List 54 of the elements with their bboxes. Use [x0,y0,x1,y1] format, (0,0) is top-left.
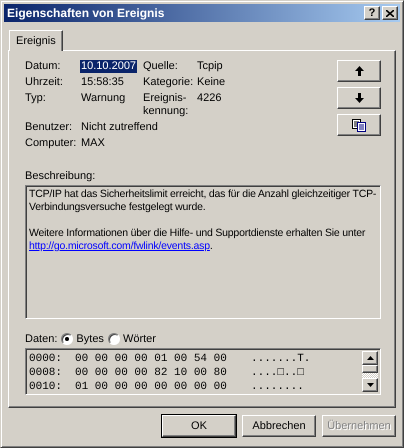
up-triangle-icon [366,356,374,360]
hex-offset: 0008: [29,366,64,380]
scrollbar[interactable] [362,351,378,392]
field-value: Tcpip [196,60,224,73]
ascii-text: ........ [251,380,304,394]
down-arrow-icon [354,93,364,103]
field-value: 10.10.2007 [80,60,138,73]
scroll-thumb[interactable] [362,365,378,373]
hex-bytes: 00 00 00 00 82 10 00 80 [75,366,228,380]
info-text: Weitere Informationen über die Hilfe- und Supportdienste erhalten Sie unter http://go.microsoft.com/fwlink/events.asp. [29,226,366,253]
field-label: Computer: [25,137,78,150]
close-icon [386,10,394,16]
radio-button[interactable] [108,333,120,345]
field-label: Benutzer: [25,121,74,134]
field-value: 15:58:35 [80,76,125,89]
window-title: Eigenschaften von Ereignis [7,6,166,20]
description-text: TCP/IP hat das Sicherheitslimit erreicht, das für die Anzahl gleichzeitiger TCP-Verbindungsversuche festgelegt wurde. [29,188,377,214]
copy-icon [352,118,366,132]
ascii-text: .......T. [251,352,310,366]
description-label: Beschreibung: [25,170,96,182]
field-value: MAX [80,137,106,150]
hex-offset: 0000: [29,352,64,366]
radio-option[interactable]: Wörter [108,333,156,345]
field-label: Ereignis-kennung: [143,92,190,118]
hex-offset: 0010: [29,380,64,394]
field-value: Keine [196,76,226,89]
scroll-down-button[interactable] [362,378,378,392]
field-label: Quelle: [143,60,179,73]
field-label: Kategorie: [143,76,193,89]
field-value: 4226 [196,92,222,106]
data-label: Daten: [25,333,58,345]
copy-button[interactable] [337,114,381,136]
previous-button[interactable] [337,60,381,82]
down-triangle-icon [366,383,374,387]
hex-bytes: 00 00 00 00 01 00 54 00 [75,352,228,366]
radio-button[interactable] [61,333,74,345]
help-link[interactable]: http://go.microsoft.com/fwlink/events.asp [29,240,210,252]
ascii-text: ....□..□ [251,366,304,380]
cancel-button[interactable]: Abbrechen [242,415,316,437]
up-arrow-icon [354,66,364,76]
close-button[interactable] [382,6,398,20]
scroll-track[interactable] [362,373,378,378]
radio-option[interactable]: Bytes [61,333,104,345]
field-value: Warnung [80,92,126,106]
next-button[interactable] [337,87,381,109]
tab[interactable]: Ereignis [9,30,63,51]
help-button[interactable]: ? [364,6,380,20]
field-label: Typ: [25,92,47,106]
field-label: Uhrzeit: [25,76,64,89]
scroll-up-button[interactable] [362,351,378,365]
field-value: Nicht zutreffend [80,121,159,134]
ok-button[interactable]: OK [162,415,236,437]
field-label: Datum: [25,60,62,73]
hex-bytes: 01 00 00 00 00 00 00 00 [75,380,228,394]
